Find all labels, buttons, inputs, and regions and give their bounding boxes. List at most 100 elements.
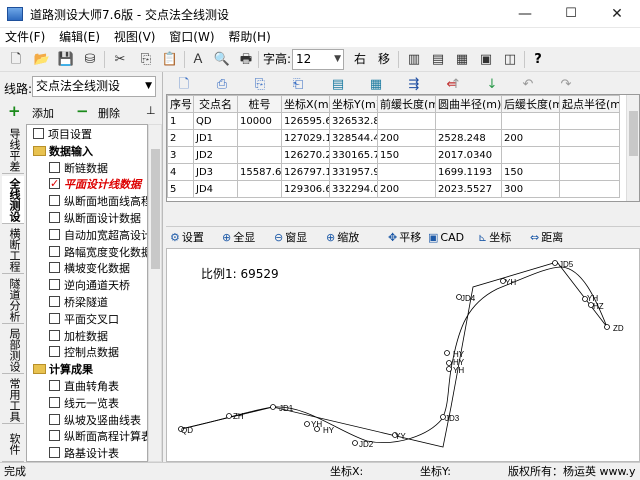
plot-tool-zoom[interactable]: ⊕ 缩放: [326, 230, 359, 246]
move-down-icon[interactable]: ↓: [482, 75, 502, 94]
table-cell[interactable]: JD4: [193, 180, 238, 198]
vtab-4[interactable]: 局部测设: [2, 326, 24, 374]
table-cell[interactable]: 328544.44: [329, 129, 378, 147]
table-cell[interactable]: [559, 180, 620, 198]
table-row[interactable]: 5 JD4 129306.6 332294.0 200 2023.5527 300: [167, 180, 620, 198]
table-cell[interactable]: 300: [501, 180, 560, 198]
line-select[interactable]: 交点法全线测设 ▼: [32, 76, 156, 97]
table-cell[interactable]: [559, 163, 620, 181]
move-up-icon[interactable]: ↑: [446, 75, 466, 94]
layout-right-icon[interactable]: ▤: [428, 50, 448, 69]
checkbox[interactable]: [49, 413, 60, 425]
maximize-button[interactable]: ☐: [548, 0, 594, 28]
plot-tool-coordinate[interactable]: ⊾ 坐标: [478, 230, 511, 246]
checkbox[interactable]: [49, 175, 60, 192]
table-cell[interactable]: 332294.0: [329, 180, 378, 198]
tree-scrollbar[interactable]: [148, 124, 162, 462]
column-header[interactable]: 桩号: [237, 95, 282, 113]
checkbox[interactable]: [49, 447, 60, 459]
table-cell[interactable]: [559, 129, 620, 147]
menu-help[interactable]: 帮助(H): [223, 28, 275, 47]
tree-item[interactable]: 纵断面高程计算表: [49, 428, 147, 445]
copy-icon[interactable]: ⎘: [136, 50, 156, 69]
table-cell[interactable]: 126270.2: [281, 146, 330, 164]
checkbox[interactable]: [49, 396, 60, 408]
table-cell[interactable]: 331957.95: [329, 163, 378, 181]
table-cell[interactable]: 4: [167, 163, 194, 181]
undo-icon[interactable]: ↶: [518, 75, 538, 94]
calculate-icon[interactable]: ▤: [328, 75, 348, 94]
tree-item[interactable]: 平面交叉口: [49, 311, 119, 328]
folder-icon[interactable]: [33, 145, 46, 156]
new-file-icon[interactable]: 🗋: [6, 50, 26, 69]
table-cell[interactable]: [501, 146, 560, 164]
table-row[interactable]: 3JD2 126270.2330165.761502017.0340: [167, 146, 620, 164]
checkbox[interactable]: [49, 380, 60, 391]
close-button[interactable]: ✕: [594, 0, 640, 28]
menu-view[interactable]: 视图(V): [109, 28, 161, 47]
checkbox[interactable]: [49, 245, 60, 257]
table-cell[interactable]: 2: [167, 129, 194, 147]
table-cell[interactable]: 129306.6: [281, 180, 330, 198]
table-cell[interactable]: 127029.19: [281, 129, 330, 147]
column-header[interactable]: 起点半径(m): [559, 95, 620, 113]
table-cell[interactable]: 2023.5527: [435, 180, 502, 198]
table-cell[interactable]: 200: [377, 180, 436, 198]
plot-tool-zoom-window[interactable]: ⊖ 窗显: [274, 230, 307, 246]
column-header[interactable]: 圆曲半径(m): [435, 95, 502, 113]
tree-item[interactable]: 数据输入: [33, 143, 93, 160]
checkbox[interactable]: [49, 228, 60, 240]
table-cell[interactable]: 10000: [237, 112, 282, 130]
tree-item[interactable]: 直曲转角表: [49, 378, 119, 395]
print-icon[interactable]: 🖶: [236, 50, 256, 69]
grid-scrollbar[interactable]: [626, 95, 639, 201]
table-cell[interactable]: 126595.6: [281, 112, 330, 130]
checkbox[interactable]: [49, 346, 60, 358]
table-cell[interactable]: 150: [377, 146, 436, 164]
checkbox[interactable]: [49, 312, 60, 324]
tree-item[interactable]: 计算成果: [33, 361, 93, 378]
table-cell[interactable]: 2528.248: [435, 129, 502, 147]
tree-item[interactable]: 横坡变化数据: [49, 260, 130, 277]
table-cell[interactable]: 15587.65: [237, 163, 282, 181]
tree-item[interactable]: 桥梁隧道: [49, 294, 108, 311]
preview-icon[interactable]: 🔍: [212, 50, 232, 69]
checkbox[interactable]: [49, 262, 60, 274]
column-header[interactable]: 序号: [167, 95, 194, 113]
table-cell[interactable]: 3: [167, 146, 194, 164]
table-cell[interactable]: 126797.1: [281, 163, 330, 181]
checkbox[interactable]: [49, 212, 60, 223]
table-cell[interactable]: 5: [167, 180, 194, 198]
plot-tool-distance[interactable]: ⇔ 距离: [530, 230, 563, 246]
redo-icon[interactable]: ↷: [556, 75, 576, 94]
layout-full-icon[interactable]: ▣: [476, 50, 496, 69]
checkbox[interactable]: [49, 296, 60, 307]
table-cell[interactable]: [501, 112, 560, 130]
table-cell[interactable]: JD3: [193, 163, 238, 181]
folder-icon[interactable]: [33, 364, 46, 375]
menu-file[interactable]: 文件(F): [0, 28, 50, 47]
table-cell[interactable]: 2017.0340: [435, 146, 502, 164]
table-cell[interactable]: 326532.86: [329, 112, 378, 130]
table-cell[interactable]: [237, 180, 282, 198]
help-icon[interactable]: ?: [528, 50, 548, 69]
table-cell[interactable]: 330165.76: [329, 146, 378, 164]
checkbox[interactable]: [33, 128, 44, 139]
table-cell[interactable]: 150: [501, 163, 560, 181]
layout-left-icon[interactable]: ▥: [404, 50, 424, 69]
minimize-button[interactable]: —: [502, 0, 548, 28]
vtab-3[interactable]: 隧道分析: [2, 276, 24, 324]
alignment-plot[interactable]: 比例1: 69529 QD ZH JD1 YH HY JD2 YY JD3 HY…: [166, 248, 640, 462]
layout-grid-icon[interactable]: ▦: [452, 50, 472, 69]
checkbox[interactable]: [49, 430, 60, 442]
plot-tool-pan[interactable]: ✥ 平移: [388, 230, 421, 246]
table-cell[interactable]: [559, 146, 620, 164]
database-icon[interactable]: ⛁: [80, 50, 100, 69]
paste-row-icon[interactable]: ⎗: [288, 75, 308, 94]
tree-item[interactable]: 加桩数据: [49, 328, 108, 345]
plot-tool-cad[interactable]: ▣ CAD: [428, 230, 464, 246]
table-cell[interactable]: JD2: [193, 146, 238, 164]
table-row[interactable]: 4JD315587.65126797.1331957.95 1699.119315…: [167, 163, 620, 181]
column-header[interactable]: 交点名: [193, 95, 238, 113]
vtab-1[interactable]: 全线测设: [2, 176, 24, 224]
